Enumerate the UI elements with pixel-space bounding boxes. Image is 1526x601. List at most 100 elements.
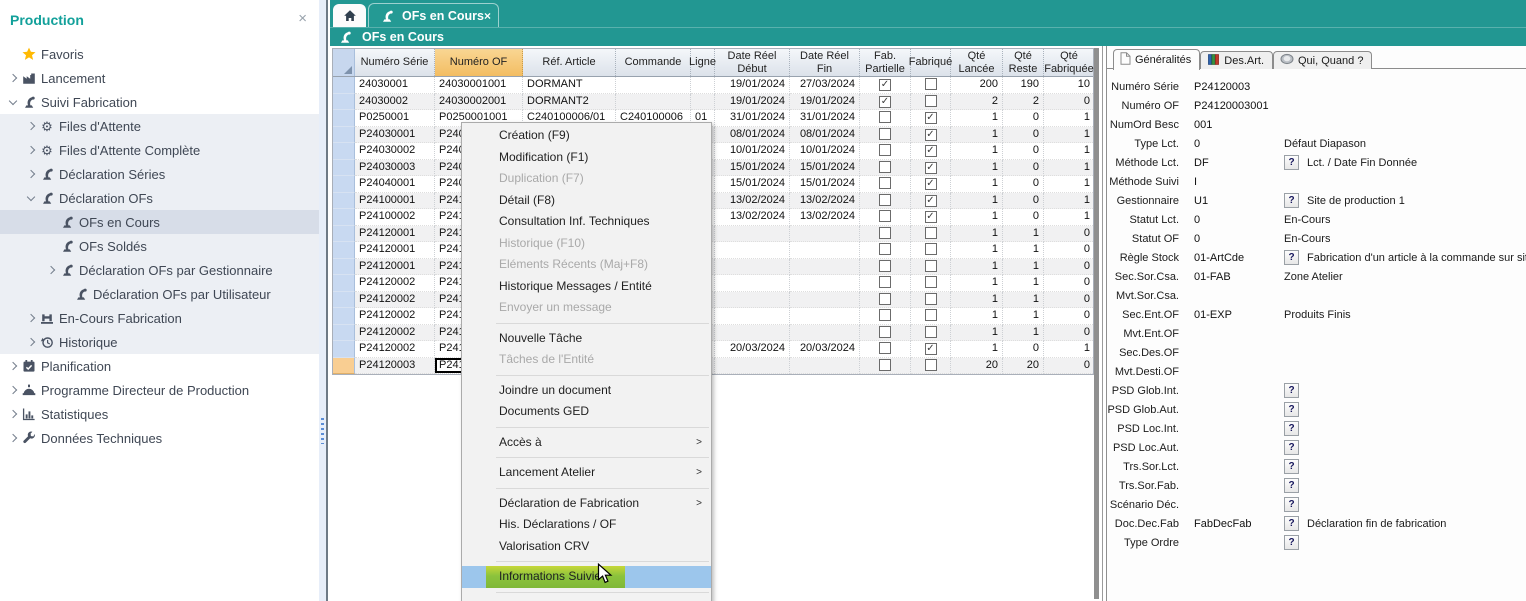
cell-date-reel-debut[interactable]: 31/01/2024 [715,110,790,127]
cell-qte-lancee[interactable]: 1 [951,259,1003,276]
menu-item-modification-f1[interactable]: Modification (F1) [462,147,711,169]
cell-fab-partielle[interactable] [860,325,911,342]
cell-date-reel-fin[interactable]: 13/02/2024 [790,209,860,226]
checkbox-unchecked[interactable] [879,227,891,239]
cell-ligne[interactable] [691,94,715,111]
row-header-cell[interactable] [333,341,355,358]
cell-qte-fabriquee[interactable]: 0 [1044,259,1095,276]
cell-qte-fabriquee[interactable]: 0 [1044,226,1095,243]
cell-qte-lancee[interactable]: 1 [951,209,1003,226]
cell-qte-reste[interactable]: 0 [1003,341,1044,358]
cell-qte-lancee[interactable]: 1 [951,325,1003,342]
cell-fabrique[interactable]: ✓ [911,127,951,144]
cell-fab-partielle[interactable] [860,127,911,144]
cell-qte-reste[interactable]: 1 [1003,308,1044,325]
row-header-cell[interactable] [333,292,355,309]
cell-qte-lancee[interactable]: 1 [951,242,1003,259]
help-button[interactable]: ? [1284,421,1299,436]
cell-date-reel-fin[interactable] [790,242,860,259]
checkbox-checked[interactable]: ✓ [925,129,937,141]
column-header-numero-of[interactable]: Numéro OF [435,49,523,76]
row-header-cell[interactable] [333,77,355,94]
expander-chevron-icon[interactable] [24,124,38,129]
menu-item-detail-f8[interactable]: Détail (F8) [462,190,711,212]
checkbox-checked[interactable]: ✓ [925,112,937,124]
cell-fabrique[interactable] [911,226,951,243]
checkbox-checked[interactable]: ✓ [925,178,937,190]
cell-date-reel-fin[interactable] [790,308,860,325]
cell-qte-lancee[interactable]: 1 [951,143,1003,160]
cell-numero-of[interactable]: 24030002001 [435,94,523,111]
checkbox-unchecked[interactable] [879,210,891,222]
cell-qte-reste[interactable]: 1 [1003,325,1044,342]
cell-numero-serie[interactable]: P24120003 [355,358,435,375]
cell-qte-reste[interactable]: 1 [1003,292,1044,309]
checkbox-unchecked[interactable] [879,309,891,321]
checkbox-unchecked[interactable] [879,276,891,288]
cell-date-reel-debut[interactable]: 08/01/2024 [715,127,790,144]
checkbox-unchecked[interactable] [925,326,937,338]
help-button[interactable]: ? [1284,250,1299,265]
expander-chevron-icon[interactable] [24,340,38,345]
row-header-cell[interactable] [333,193,355,210]
cell-qte-reste[interactable]: 0 [1003,110,1044,127]
cell-numero-serie[interactable]: P24120002 [355,308,435,325]
cell-qte-lancee[interactable]: 1 [951,275,1003,292]
cell-qte-reste[interactable]: 0 [1003,209,1044,226]
column-header-qte-lancee[interactable]: Qté Lancée [951,49,1003,76]
cell-date-reel-fin[interactable]: 08/01/2024 [790,127,860,144]
sidebar-item-files-d-attente-complete[interactable]: ⚙Files d'Attente Complète [0,138,319,162]
sidebar-close-icon[interactable]: × [298,10,307,27]
checkbox-unchecked[interactable] [925,359,937,371]
cell-qte-lancee[interactable]: 1 [951,292,1003,309]
cell-date-reel-debut[interactable]: 15/01/2024 [715,176,790,193]
sidebar-item-declaration-ofs[interactable]: Déclaration OFs [0,186,319,210]
cell-fab-partielle[interactable] [860,209,911,226]
checkbox-unchecked[interactable] [925,78,937,90]
cell-numero-serie[interactable]: P24120002 [355,325,435,342]
cell-qte-fabriquee[interactable]: 0 [1044,292,1095,309]
expander-chevron-icon[interactable] [6,101,20,104]
cell-qte-lancee[interactable]: 200 [951,77,1003,94]
menu-item-consultation-inf-techniques[interactable]: Consultation Inf. Techniques [462,211,711,233]
row-header-cell[interactable] [333,94,355,111]
cell-fab-partielle[interactable] [860,110,911,127]
row-header-cell[interactable] [333,209,355,226]
cell-qte-fabriquee[interactable]: 1 [1044,143,1095,160]
cell-date-reel-debut[interactable] [715,226,790,243]
cell-numero-of[interactable]: 24030001001 [435,77,523,94]
expander-chevron-icon[interactable] [24,148,38,153]
cell-ref-article[interactable]: DORMANT [523,77,616,94]
help-button[interactable]: ? [1284,402,1299,417]
cell-fabrique[interactable]: ✓ [911,176,951,193]
cell-date-reel-debut[interactable]: 10/01/2024 [715,143,790,160]
checkbox-unchecked[interactable] [879,293,891,305]
checkbox-checked[interactable]: ✓ [925,211,937,223]
row-header-cell[interactable] [333,259,355,276]
sidebar-item-historique[interactable]: Historique [0,330,319,354]
cell-date-reel-fin[interactable] [790,226,860,243]
cell-qte-lancee[interactable]: 20 [951,358,1003,375]
cell-qte-lancee[interactable]: 2 [951,94,1003,111]
checkbox-unchecked[interactable] [879,144,891,156]
sidebar-item-files-d-attente[interactable]: ⚙Files d'Attente [0,114,319,138]
cell-qte-fabriquee[interactable]: 1 [1044,209,1095,226]
cell-qte-lancee[interactable]: 1 [951,193,1003,210]
cell-numero-serie[interactable]: P24120002 [355,275,435,292]
cell-date-reel-debut[interactable] [715,259,790,276]
cell-qte-reste[interactable]: 20 [1003,358,1044,375]
column-header-numero-serie[interactable]: Numéro Série [355,49,435,76]
sidebar-item-favoris[interactable]: Favoris [0,42,319,66]
menu-item-acces-a[interactable]: Accès à> [462,432,711,454]
cell-qte-fabriquee[interactable]: 1 [1044,176,1095,193]
row-header-cell[interactable] [333,242,355,259]
menu-item-declaration-de-fabrication[interactable]: Déclaration de Fabrication> [462,493,711,515]
cell-fab-partielle[interactable] [860,292,911,309]
checkbox-checked[interactable]: ✓ [925,195,937,207]
cell-numero-serie[interactable]: 24030002 [355,94,435,111]
cell-date-reel-fin[interactable]: 13/02/2024 [790,193,860,210]
sidebar-splitter[interactable] [319,0,328,601]
cell-fab-partielle[interactable] [860,143,911,160]
cell-fabrique[interactable] [911,308,951,325]
cell-qte-lancee[interactable]: 1 [951,308,1003,325]
